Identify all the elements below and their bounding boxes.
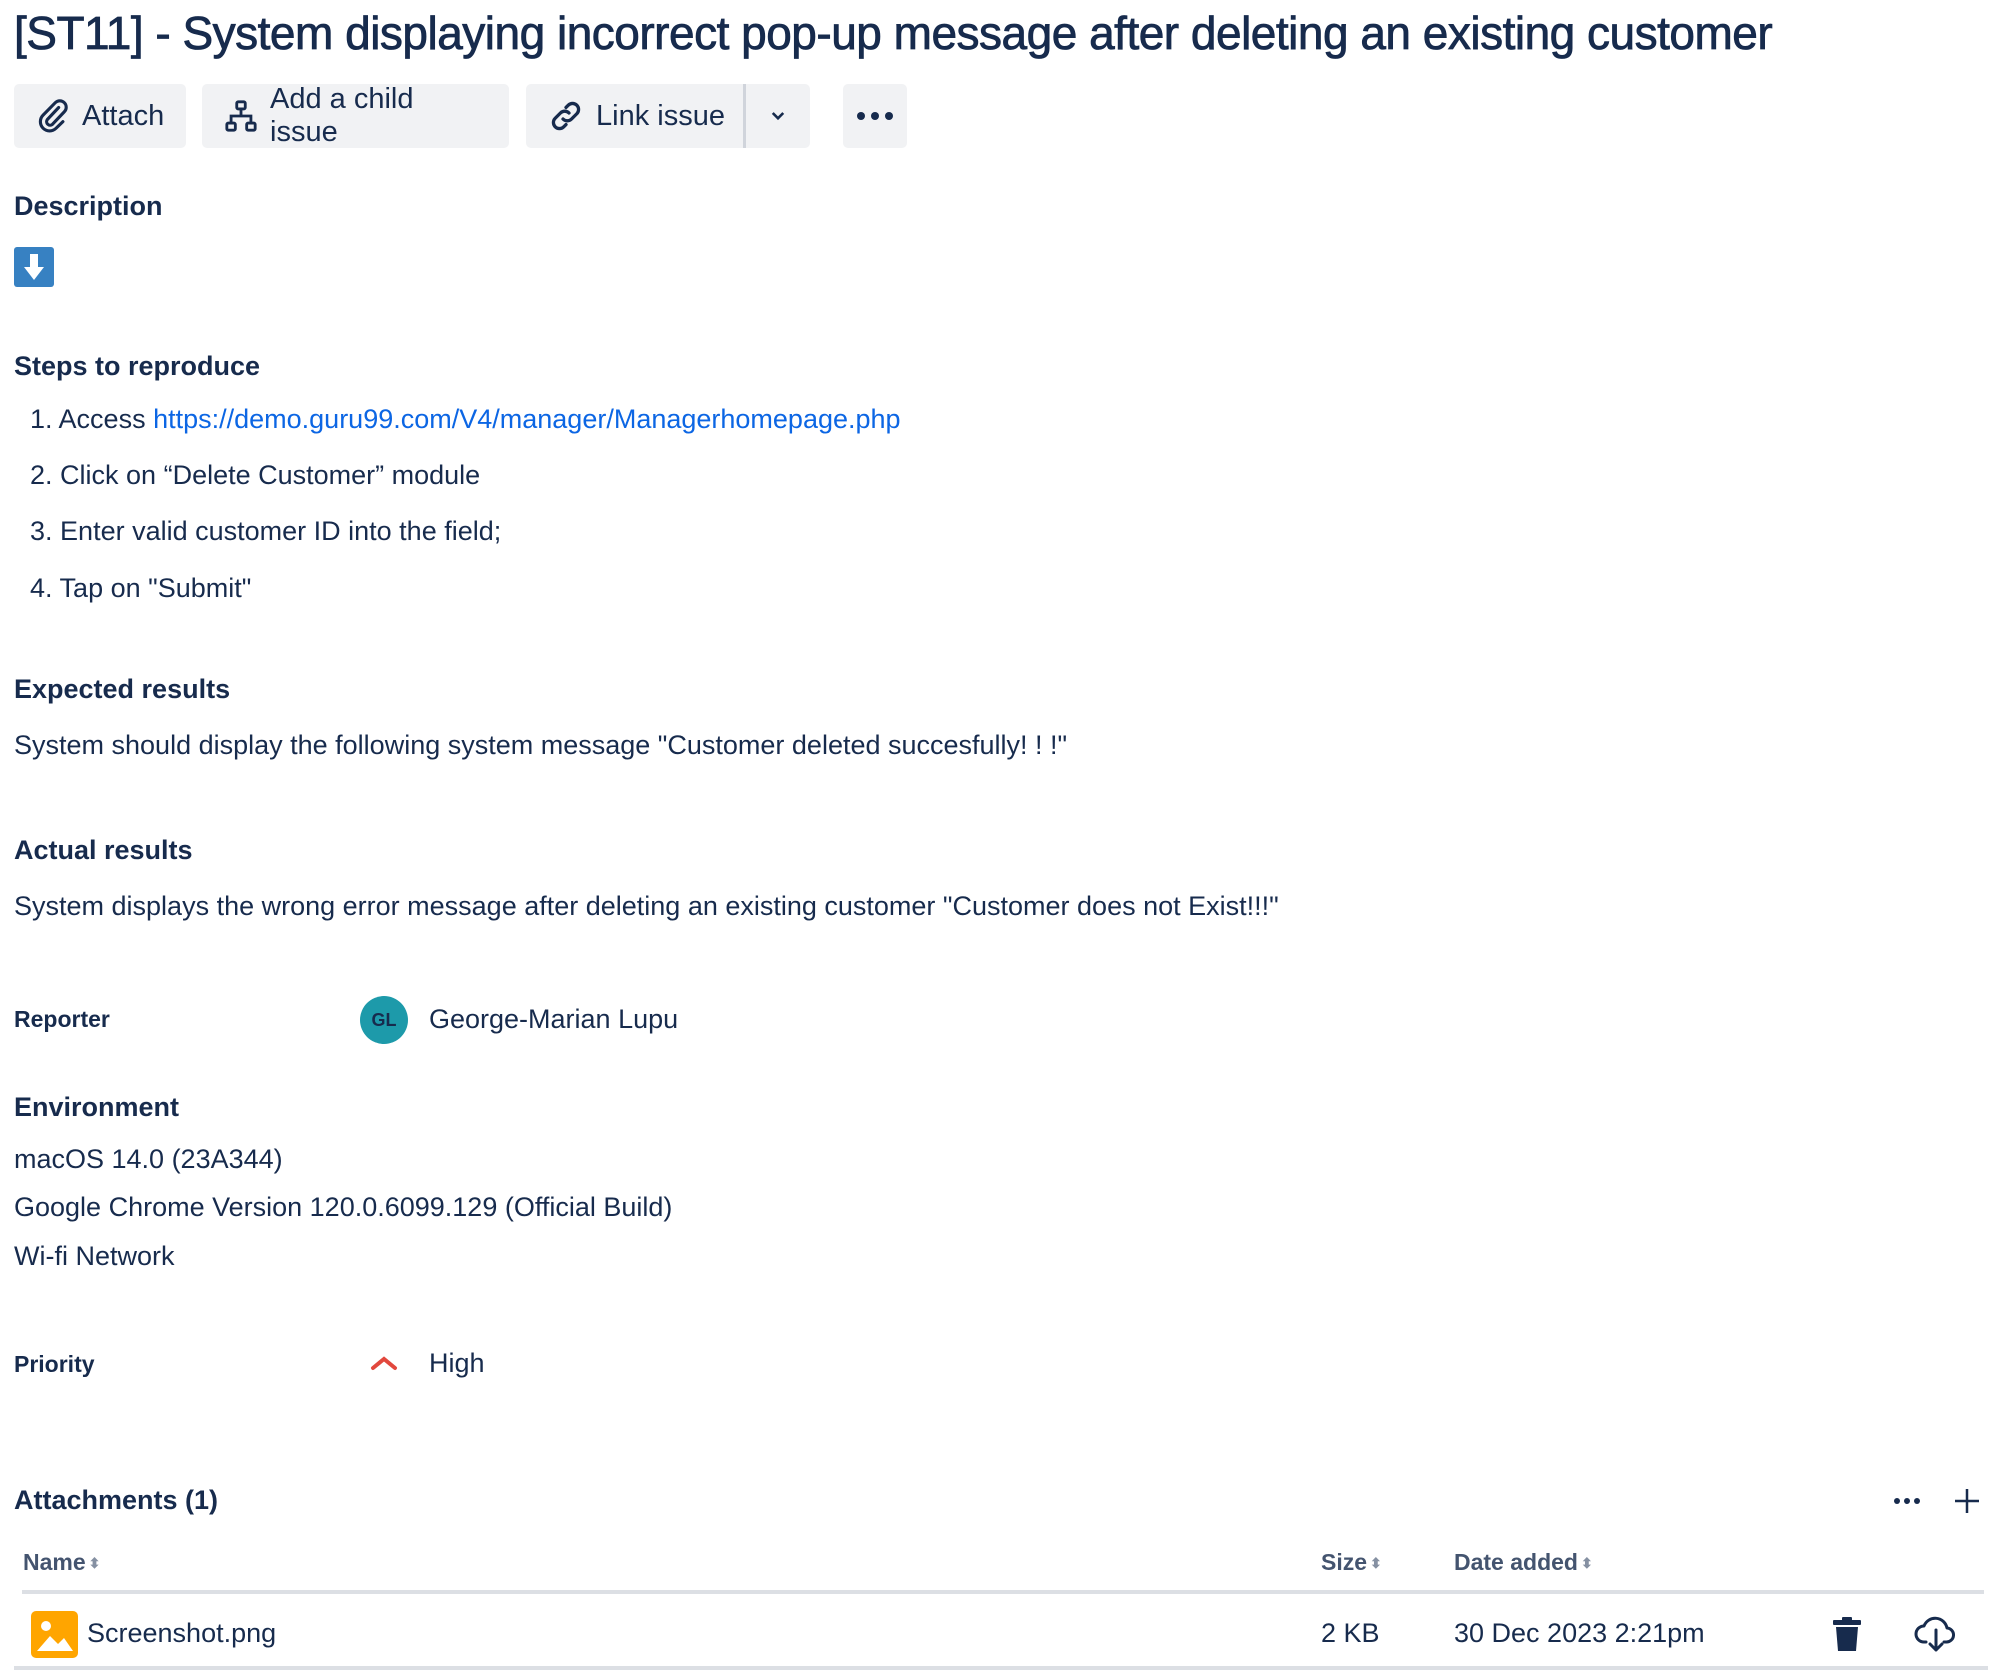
step-item: 2. Click on “Delete Customer” module: [30, 460, 481, 490]
environment-line: Google Chrome Version 120.0.6099.129 (Of…: [14, 1192, 673, 1222]
step-item: 4. Tap on "Submit": [30, 573, 252, 603]
steps-link[interactable]: https://demo.guru99.com/V4/manager/Manag…: [153, 404, 900, 434]
environment-line: Wi-fi Network: [14, 1241, 175, 1271]
priority-high-icon: [371, 1356, 397, 1370]
image-file-icon: [31, 1611, 78, 1658]
add-child-label: Add a child issue: [270, 83, 414, 148]
link-issue-label: Link issue: [596, 99, 725, 132]
attachment-date: 30 Dec 2023 2:21pm: [1454, 1618, 1705, 1648]
table-header-divider: [22, 1590, 1984, 1594]
sort-icon: ⬍: [1370, 1555, 1382, 1572]
attach-button[interactable]: Attach: [14, 84, 186, 148]
paperclip-icon: [38, 99, 68, 133]
step-item: 3. Enter valid customer ID into the fiel…: [30, 516, 502, 546]
sort-icon: ⬍: [88, 1555, 101, 1572]
more-actions-button[interactable]: [843, 84, 907, 148]
priority-label: Priority: [14, 1351, 95, 1377]
description-heading: Description: [14, 191, 163, 221]
column-name[interactable]: Name ⬍: [23, 1549, 100, 1576]
link-icon: [551, 101, 581, 131]
steps-heading: Steps to reproduce: [14, 351, 261, 381]
attachments-heading: Attachments (1): [14, 1485, 219, 1515]
expected-text: System should display the following syst…: [14, 730, 1068, 760]
reporter-label: Reporter: [14, 1006, 110, 1032]
actual-text: System displays the wrong error message …: [14, 891, 1279, 921]
delete-icon[interactable]: [1830, 1616, 1864, 1652]
step-item: 1. Access https://demo.guru99.com/V4/man…: [30, 404, 901, 434]
arrow-down-emoji-icon: [14, 247, 54, 287]
attachments-more-icon[interactable]: [1893, 1496, 1921, 1506]
column-size[interactable]: Size ⬍: [1321, 1549, 1382, 1576]
download-icon[interactable]: [1914, 1614, 1958, 1654]
reporter-name[interactable]: George-Marian Lupu: [429, 1004, 678, 1035]
more-icon: [857, 112, 893, 120]
environment-line: macOS 14.0 (23A344): [14, 1144, 283, 1174]
attachment-size: 2 KB: [1321, 1618, 1380, 1648]
avatar[interactable]: GL: [360, 996, 408, 1044]
add-attachment-icon[interactable]: [1953, 1487, 1981, 1515]
priority-value[interactable]: High: [429, 1348, 485, 1379]
actual-heading: Actual results: [14, 835, 193, 865]
environment-heading: Environment: [14, 1092, 180, 1122]
attachment-name[interactable]: Screenshot.png: [87, 1618, 276, 1649]
link-issue-dropdown[interactable]: [746, 84, 810, 148]
table-row-divider: [14, 1666, 1988, 1670]
column-date-added[interactable]: Date added ⬍: [1454, 1549, 1593, 1576]
issue-title[interactable]: [ST11] - System displaying incorrect pop…: [14, 6, 1773, 60]
chevron-down-icon: [771, 112, 785, 121]
add-child-issue-button[interactable]: Add a child issue: [202, 83, 509, 148]
sort-icon: ⬍: [1580, 1555, 1593, 1572]
expected-heading: Expected results: [14, 674, 231, 704]
attach-label: Attach: [82, 99, 165, 132]
hierarchy-icon: [225, 100, 257, 132]
